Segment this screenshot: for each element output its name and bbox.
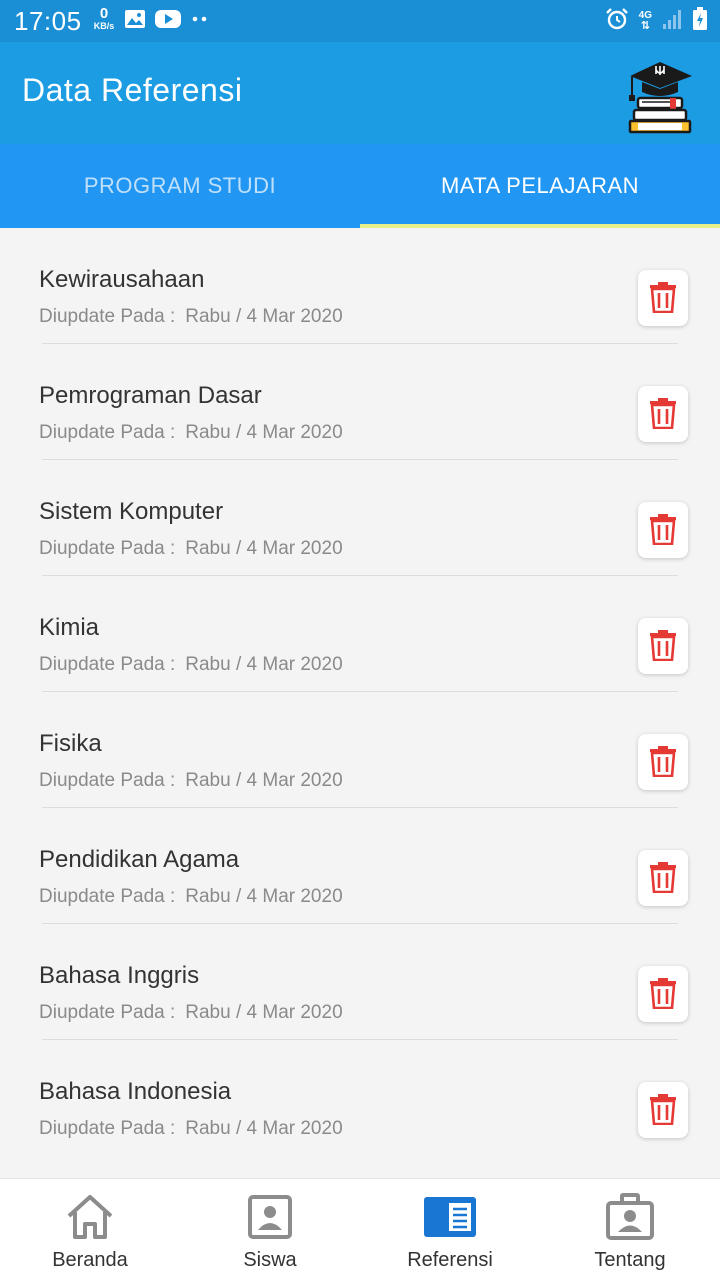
tab-mata-pelajaran[interactable]: MATA PELAJARAN [360,144,720,228]
updated-info: Diupdate Pada : Rabu / 4 Mar 2020 [39,886,343,908]
battery-icon [692,6,708,36]
trash-icon [648,395,678,434]
list-item[interactable]: Pendidikan Agama Diupdate Pada : Rabu / 4… [0,808,720,924]
updated-label: Diupdate Pada : [39,538,176,559]
nav-label: Beranda [52,1249,128,1271]
list-item[interactable]: Bahasa Indonesia Diupdate Pada : Rabu / 4… [0,1040,720,1156]
delete-button[interactable] [638,1082,688,1138]
subject-name: Bahasa Indonesia [39,1078,232,1105]
graduation-cap-books-icon [620,54,700,134]
list-item[interactable]: Pemrograman Dasar Diupdate Pada : Rabu / … [0,344,720,460]
tab-label: PROGRAM STUDI [83,173,277,198]
tab-label: MATA PELAJARAN [440,173,640,198]
image-icon [124,9,146,34]
nav-label: Siswa [243,1249,297,1271]
reference-book-icon [423,1193,477,1241]
nav-tentang[interactable]: Tentang [540,1179,720,1280]
trash-icon [648,279,678,318]
list-item[interactable]: Kewirausahaan Diupdate Pada : Rabu / 4 Ma… [0,228,720,344]
updated-value: Rabu / 4 Mar 2020 [185,654,343,675]
signal-icon [662,8,682,35]
alarm-icon [605,7,629,36]
network-speed-value: 0 [99,5,109,22]
updated-info: Diupdate Pada : Rabu / 4 Mar 2020 [39,306,343,328]
page-title: Data Referensi [22,72,243,108]
network-speed: 0 KB/s [90,6,118,31]
trash-icon [648,1091,678,1130]
updated-label: Diupdate Pada : [39,770,176,791]
delete-button[interactable] [638,502,688,558]
nav-beranda[interactable]: Beranda [0,1179,180,1280]
trash-icon [648,859,678,898]
updated-info: Diupdate Pada : Rabu / 4 Mar 2020 [39,1118,343,1140]
subject-list: Kewirausahaan Diupdate Pada : Rabu / 4 Ma… [0,228,720,1176]
updated-info: Diupdate Pada : Rabu / 4 Mar 2020 [39,770,343,792]
home-icon [65,1193,115,1241]
updated-value: Rabu / 4 Mar 2020 [185,770,343,791]
trash-icon [648,511,678,550]
subject-name: Bahasa Inggris [39,962,200,989]
tab-program-studi[interactable]: PROGRAM STUDI [0,144,360,228]
delete-button[interactable] [638,850,688,906]
network-speed-unit: KB/s [93,21,115,31]
bottom-navigation: Beranda Siswa Referensi Tentang [0,1178,720,1280]
subject-name: Fisika [39,730,102,757]
trash-icon [648,627,678,666]
updated-label: Diupdate Pada : [39,654,176,675]
tab-bar: PROGRAM STUDI MATA PELAJARAN [0,144,720,228]
delete-button[interactable] [638,270,688,326]
updated-label: Diupdate Pada : [39,1118,176,1139]
updated-value: Rabu / 4 Mar 2020 [185,422,343,443]
nav-label: Tentang [594,1249,666,1271]
status-time: 17:05 [14,6,82,36]
nav-label: Referensi [407,1249,493,1271]
delete-button[interactable] [638,386,688,442]
updated-label: Diupdate Pada : [39,422,176,443]
delete-button[interactable] [638,618,688,674]
nav-siswa[interactable]: Siswa [180,1179,360,1280]
list-item[interactable]: Bahasa Inggris Diupdate Pada : Rabu / 4 M… [0,924,720,1040]
subject-name: Pemrograman Dasar [39,382,262,409]
about-briefcase-icon [605,1193,655,1241]
student-icon [247,1193,293,1241]
updated-value: Rabu / 4 Mar 2020 [185,306,343,327]
status-bar: 17:05 0 KB/s 4G ⇅ [0,0,720,42]
updated-info: Diupdate Pada : Rabu / 4 Mar 2020 [39,654,343,676]
delete-button[interactable] [638,734,688,790]
app-bar: Data Referensi [0,42,720,144]
subject-name: Sistem Komputer [39,498,224,525]
updated-value: Rabu / 4 Mar 2020 [185,886,343,907]
network-type: 4G ⇅ [638,9,652,32]
updated-info: Diupdate Pada : Rabu / 4 Mar 2020 [39,1002,343,1024]
nav-referensi[interactable]: Referensi [360,1179,540,1280]
subject-name: Kimia [39,614,100,641]
updated-label: Diupdate Pada : [39,306,176,327]
youtube-icon [154,9,182,34]
updated-label: Diupdate Pada : [39,1002,176,1023]
updated-info: Diupdate Pada : Rabu / 4 Mar 2020 [39,422,343,444]
updated-value: Rabu / 4 Mar 2020 [185,1118,343,1139]
delete-button[interactable] [638,966,688,1022]
updated-value: Rabu / 4 Mar 2020 [185,1002,343,1023]
updated-label: Diupdate Pada : [39,886,176,907]
trash-icon [648,743,678,782]
subject-name: Kewirausahaan [39,266,205,293]
list-item[interactable]: Sistem Komputer Diupdate Pada : Rabu / 4 … [0,460,720,576]
updated-value: Rabu / 4 Mar 2020 [185,538,343,559]
more-dots-icon [190,9,210,34]
trash-icon [648,975,678,1014]
list-item[interactable]: Fisika Diupdate Pada : Rabu / 4 Mar 2020 [0,692,720,808]
subject-name: Pendidikan Agama [39,846,240,873]
list-item[interactable]: Kimia Diupdate Pada : Rabu / 4 Mar 2020 [0,576,720,692]
updated-info: Diupdate Pada : Rabu / 4 Mar 2020 [39,538,343,560]
